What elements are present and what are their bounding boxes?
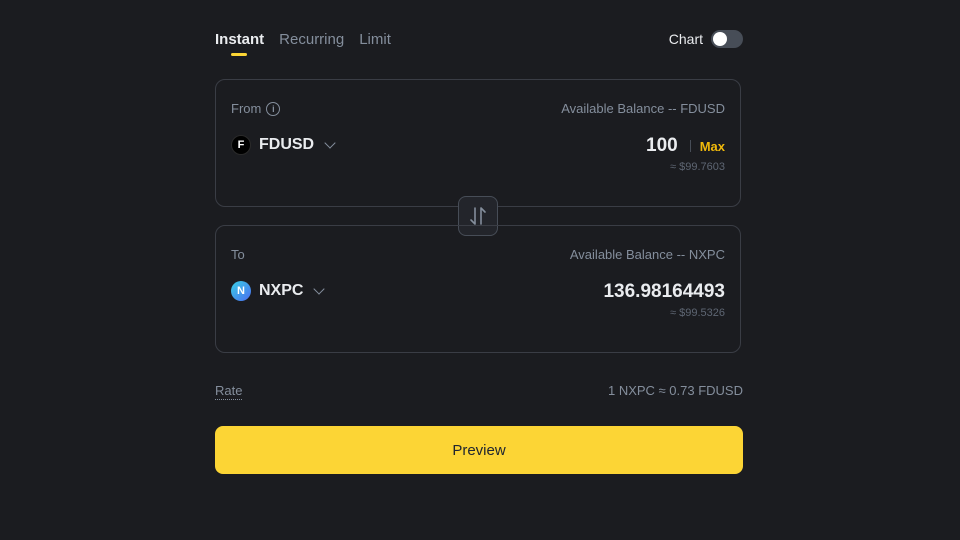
preview-button[interactable]: Preview <box>215 426 743 474</box>
chart-toggle-label: Chart <box>668 31 703 47</box>
to-coin-name: NXPC <box>259 282 304 299</box>
chevron-down-icon <box>324 137 336 149</box>
tab-recurring[interactable]: Recurring <box>279 30 344 50</box>
to-label: To <box>231 247 245 262</box>
to-amount-row: 136.98164493 <box>603 281 725 303</box>
from-coin-selector[interactable]: F FDUSD <box>231 135 336 155</box>
to-available-balance: Available Balance -- NXPC <box>569 247 725 262</box>
to-fiat-value: ≈ $99.5326 <box>670 307 725 319</box>
to-label-group: To <box>231 247 245 262</box>
to-amount-value: 136.98164493 <box>603 281 725 302</box>
amount-divider <box>689 140 691 152</box>
rate-value: 1 NXPC ≈ 0.73 FDUSD <box>607 383 743 398</box>
from-label-group: From i <box>231 101 281 116</box>
fdusd-coin-icon: F <box>231 135 251 155</box>
rate-label[interactable]: Rate <box>215 383 243 400</box>
chevron-down-icon <box>313 283 326 295</box>
from-card: From i Available Balance -- FDUSD F FDUS… <box>215 79 741 207</box>
from-fiat-value: ≈ $99.7603 <box>670 161 725 173</box>
chart-toggle-group: Chart <box>669 30 743 48</box>
tab-limit[interactable]: Limit <box>359 30 391 50</box>
convert-tabs: Instant Recurring Limit <box>215 30 391 56</box>
toggle-knob <box>713 32 727 46</box>
from-available-balance: Available Balance -- FDUSD <box>561 101 725 116</box>
nxpc-coin-icon: N <box>231 281 251 301</box>
max-button[interactable]: Max <box>700 139 725 154</box>
from-amount-input[interactable]: 100 <box>646 135 678 157</box>
to-card: To Available Balance -- NXPC N NXPC 136.… <box>215 225 741 353</box>
from-label: From <box>231 101 262 116</box>
info-icon[interactable]: i <box>266 101 281 116</box>
tab-instant[interactable]: Instant <box>215 30 264 56</box>
from-amount-row: 100 Max <box>646 135 725 157</box>
to-coin-selector[interactable]: N NXPC <box>231 281 326 301</box>
chart-toggle-switch[interactable] <box>711 30 743 48</box>
swap-arrows-icon <box>470 207 486 225</box>
from-coin-name: FDUSD <box>259 136 315 153</box>
